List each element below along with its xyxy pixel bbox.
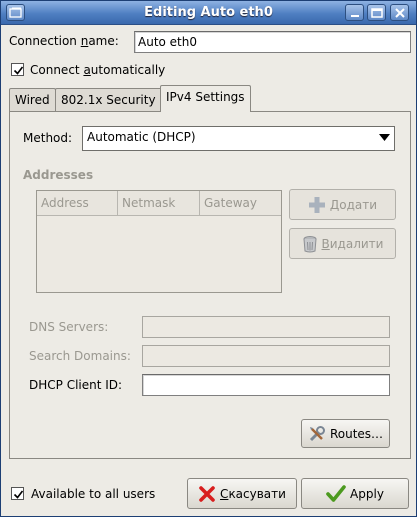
minimize-button[interactable] [345,4,364,21]
close-icon [395,8,405,18]
add-address-button[interactable]: Додати [289,189,396,220]
available-to-all-users-label: Available to all users [31,487,156,501]
routes-button[interactable]: Routes… [301,419,390,448]
checkmark-icon [13,66,24,75]
addresses-table[interactable]: Address Netmask Gateway [36,190,282,293]
plus-icon [308,196,325,213]
search-domains-label: Search Domains: [29,349,131,363]
column-header-netmask[interactable]: Netmask [118,191,200,216]
cancel-button[interactable]: Скасувати [187,478,297,509]
dhcp-client-id-input[interactable] [142,374,390,396]
minimize-icon [351,15,359,17]
tab-wired[interactable]: Wired [9,88,56,112]
dns-servers-label: DNS Servers: [29,320,109,334]
dialog-window: Editing Auto eth0 Connection name: Conne… [0,0,417,517]
maximize-icon [371,8,383,18]
maximize-button[interactable] [367,4,386,21]
addresses-section-title: Addresses [23,168,94,182]
dhcp-client-id-label: DHCP Client ID: [29,378,123,392]
connect-automatically-checkbox[interactable] [11,63,24,76]
method-select[interactable]: Automatic (DHCP) [82,126,395,151]
tab-802-1x-security[interactable]: 802.1x Security [55,88,162,112]
trash-icon [303,235,317,252]
close-button[interactable] [390,4,409,21]
tools-icon [309,425,325,441]
dropdown-arrow-icon [379,134,390,141]
title-bar[interactable]: Editing Auto eth0 [1,1,416,25]
method-label: Method: [23,131,73,145]
delete-address-button[interactable]: Видалити [289,228,396,259]
method-value: Automatic (DHCP) [87,130,196,144]
column-header-address[interactable]: Address [37,191,118,216]
column-header-gateway[interactable]: Gateway [200,191,281,216]
connection-name-input[interactable] [134,31,411,53]
available-to-all-users-checkbox[interactable] [11,487,24,500]
dns-servers-input[interactable] [142,316,390,338]
checkmark-apply-icon [326,484,346,502]
connection-name-label: Connection name: [9,34,119,48]
connect-automatically-label: Connect automatically [30,63,166,77]
search-domains-input[interactable] [142,345,390,367]
checkmark-icon [13,490,24,499]
tab-ipv4-settings[interactable]: IPv4 Settings [160,85,251,112]
apply-button[interactable]: Apply [301,478,409,509]
cancel-x-icon [199,485,215,502]
